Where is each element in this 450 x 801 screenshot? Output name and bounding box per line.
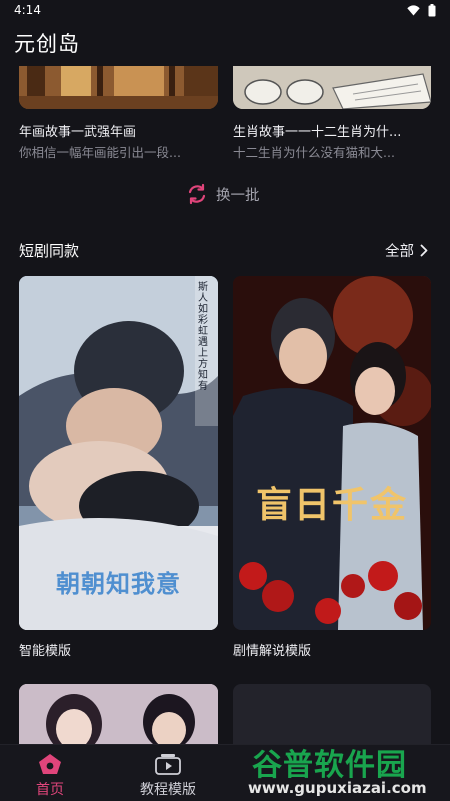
- story-title-1[interactable]: 年画故事一武强年画: [19, 121, 218, 140]
- poster-smart-template[interactable]: 斯人如彩虹 遇上方知有 朝朝知我意: [19, 276, 218, 630]
- watermark-title: 谷普软件园: [252, 748, 407, 783]
- refresh-button[interactable]: 换一批: [186, 183, 260, 205]
- poster-side-text: 斯人如彩虹 遇上方知有: [198, 282, 208, 392]
- status-time: 4:14: [14, 3, 41, 17]
- tab-home[interactable]: 首页: [0, 753, 100, 799]
- see-all-label: 全部: [385, 244, 414, 260]
- poster-title-overlay: 盲日千金: [255, 484, 408, 526]
- status-icons: [407, 4, 436, 17]
- poster-caption-2: 剧情解说模版: [233, 644, 312, 659]
- tab-tutorial-label: 教程模版: [140, 782, 196, 798]
- section-title: 短剧同款: [19, 242, 80, 260]
- refresh-label: 换一批: [216, 187, 260, 204]
- story-title-2[interactable]: 生肖故事一一十二生肖为什...: [233, 121, 431, 140]
- app-title: 元创岛: [14, 32, 80, 56]
- watermark-url: www.gupuxiazai.com: [248, 779, 427, 797]
- video-play-icon: [155, 754, 181, 775]
- poster-caption-1: 智能模版: [19, 644, 72, 659]
- battery-icon: [428, 4, 436, 17]
- chevron-right-icon: [420, 244, 428, 257]
- poster-plot-narration-template[interactable]: 盲日千金: [233, 276, 431, 630]
- see-all-link[interactable]: 全部: [385, 240, 428, 261]
- site-watermark: 谷普软件园 www.gupuxiazai.com: [248, 740, 448, 798]
- story-thumbnail-1[interactable]: [19, 66, 218, 109]
- tab-tutorial-templates[interactable]: 教程模版: [118, 753, 218, 799]
- poster-item-4[interactable]: [233, 684, 431, 744]
- story-desc-2: 十二生肖为什么没有猫和大...: [233, 145, 395, 160]
- refresh-icon: [188, 183, 206, 205]
- poster-item-3[interactable]: [19, 684, 218, 744]
- wifi-icon: [407, 5, 420, 16]
- story-thumbnail-2[interactable]: [233, 66, 431, 109]
- poster-title-overlay: 朝朝知我意: [56, 570, 181, 598]
- status-bar: 4:14: [0, 0, 450, 22]
- home-icon: [39, 754, 61, 774]
- tab-home-label: 首页: [36, 782, 64, 798]
- story-desc-1: 你相信一幅年画能引出一段...: [19, 145, 181, 160]
